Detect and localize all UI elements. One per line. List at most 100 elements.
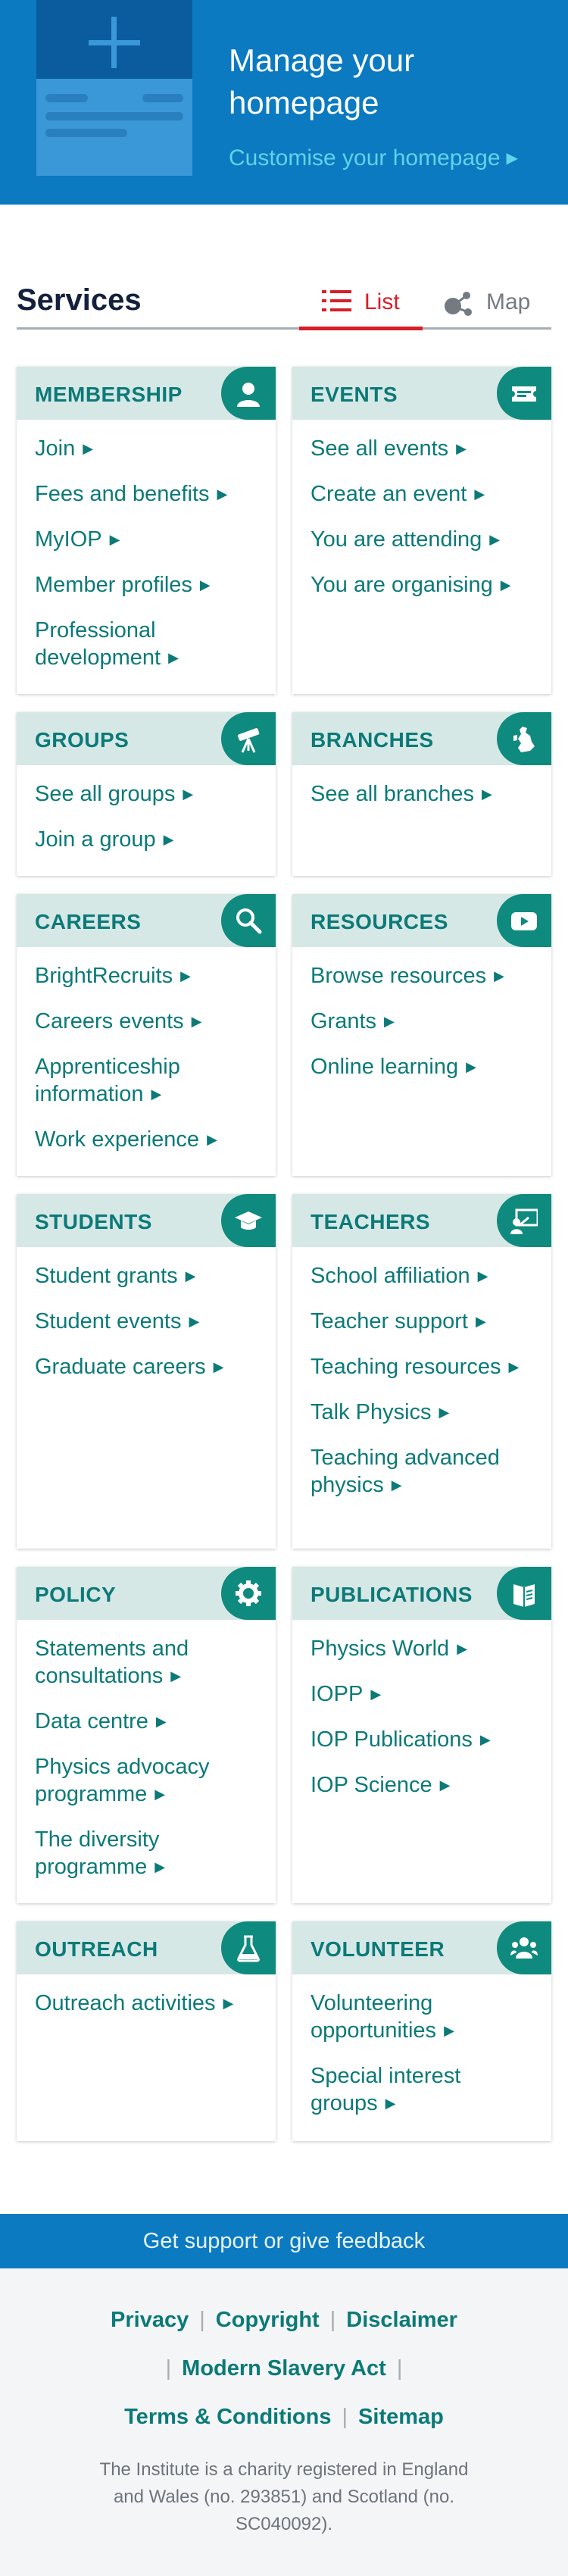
card-link-label: Careers events <box>35 1009 184 1033</box>
card-link-label: IOPP <box>311 1682 364 1706</box>
card-link[interactable]: Physics World ▶ <box>311 1635 533 1662</box>
card-link[interactable]: Join ▶ <box>35 435 257 462</box>
services-heading: Services <box>17 283 142 317</box>
card-link[interactable]: Work experience ▶ <box>35 1126 257 1153</box>
card-link-label: See all events <box>311 436 449 461</box>
tab-map-label: Map <box>486 289 531 314</box>
card-link-list: See all groups ▶ Join a group ▶ <box>17 765 276 853</box>
card-volunteer: VOLUNTEER Volunteering opportunities ▶ Spec… <box>292 1921 551 2141</box>
tab-list[interactable]: List <box>299 283 423 330</box>
card-link-label: See all branches <box>311 782 475 806</box>
card-link[interactable]: You are organising ▶ <box>311 571 533 599</box>
arrow-right-icon: ▶ <box>385 2096 396 2111</box>
arrow-right-icon: ▶ <box>494 968 504 983</box>
card-title: VOLUNTEER <box>311 1937 445 1961</box>
card-header: VOLUNTEER <box>292 1921 551 1974</box>
arrow-right-icon: ▶ <box>438 1405 450 1420</box>
card-students: STUDENTS Student grants ▶ Student events ▶ Gr… <box>17 1194 276 1549</box>
card-title: OUTREACH <box>35 1937 158 1961</box>
footer-link-sitemap[interactable]: Sitemap <box>358 2405 444 2429</box>
card-title: CAREERS <box>35 910 142 933</box>
card-link[interactable]: BrightRecruits ▶ <box>35 962 257 989</box>
card-link[interactable]: Teaching advanced physics ▶ <box>311 1444 533 1499</box>
ticket-icon <box>497 367 551 420</box>
card-link[interactable]: Talk Physics ▶ <box>311 1399 533 1426</box>
footer-link-terms[interactable]: Terms & Conditions <box>124 2405 331 2429</box>
card-link[interactable]: Physics advocacy programme ▶ <box>35 1753 257 1808</box>
card-publications: PUBLICATIONS Physics World ▶ IOPP ▶ IOP Publi… <box>292 1567 551 1903</box>
arrow-right-icon: ▶ <box>191 1014 202 1029</box>
card-link[interactable]: School affiliation ▶ <box>311 1262 533 1290</box>
card-link-label: You are attending <box>311 527 482 552</box>
card-link[interactable]: Data centre ▶ <box>35 1708 257 1735</box>
card-link[interactable]: Member profiles ▶ <box>35 571 257 599</box>
card-link-list: See all branches ▶ <box>292 765 551 808</box>
arrow-right-icon: ▶ <box>180 968 191 983</box>
card-link[interactable]: Careers events ▶ <box>35 1008 257 1035</box>
card-title: POLICY <box>35 1583 117 1606</box>
arrow-right-icon: ▶ <box>189 1314 200 1329</box>
card-header: TEACHERS <box>292 1194 551 1247</box>
card-link-label: Browse resources <box>311 964 487 988</box>
card-link-label: Online learning <box>311 1055 459 1079</box>
card-link[interactable]: IOP Publications ▶ <box>311 1726 533 1753</box>
card-link[interactable]: Online learning ▶ <box>311 1053 533 1080</box>
banner-title: Manage your homepage <box>229 42 415 120</box>
footer-link-copyright[interactable]: Copyright <box>216 2308 320 2332</box>
card-header: RESOURCES <box>292 894 551 947</box>
arrow-right-icon: ▶ <box>444 2023 454 2038</box>
tab-map[interactable]: Map <box>441 283 539 330</box>
card-membership: MEMBERSHIP Join ▶ Fees and benefits ▶ MyIOP ▶ M… <box>17 367 276 694</box>
footer-link-privacy[interactable]: Privacy <box>111 2308 189 2332</box>
list-icon <box>322 290 351 311</box>
arrow-right-icon: ▶ <box>223 1996 234 2011</box>
card-link[interactable]: Student grants ▶ <box>35 1262 257 1290</box>
card-link[interactable]: IOPP ▶ <box>311 1680 533 1708</box>
card-link[interactable]: Teacher support ▶ <box>311 1308 533 1335</box>
arrow-right-icon: ▶ <box>185 1268 196 1283</box>
footer-link-disclaimer[interactable]: Disclaimer <box>346 2308 457 2332</box>
card-link[interactable]: Fees and benefits ▶ <box>35 480 257 508</box>
card-link[interactable]: Student events ▶ <box>35 1308 257 1335</box>
card-link-label: Member profiles <box>35 573 192 597</box>
card-link[interactable]: Volunteering opportunities ▶ <box>311 1990 533 2044</box>
search-icon <box>221 894 276 947</box>
card-link-label: The diversity programme <box>35 1827 160 1879</box>
card-policy: POLICY Statements and consultations ▶ Data … <box>17 1567 276 1903</box>
support-feedback-bar[interactable]: Get support or give feedback <box>0 2214 568 2268</box>
customise-homepage-link[interactable]: Customise your homepage ▶ <box>229 145 518 171</box>
card-link[interactable]: See all events ▶ <box>311 435 533 462</box>
card-link[interactable]: Outreach activities ▶ <box>35 1990 257 2017</box>
card-link[interactable]: Professional development ▶ <box>35 617 257 671</box>
arrow-right-icon: ▶ <box>155 1714 167 1729</box>
footer-link-modern-slavery[interactable]: Modern Slavery Act <box>182 2356 386 2381</box>
card-link[interactable]: Special interest groups ▶ <box>311 2062 533 2117</box>
card-link[interactable]: See all groups ▶ <box>35 780 257 808</box>
arrow-right-icon: ▶ <box>207 1132 217 1147</box>
footer-links-row-2: | Modern Slavery Act | <box>165 2356 403 2381</box>
arrow-right-icon: ▶ <box>183 786 194 802</box>
card-link[interactable]: Create an event ▶ <box>311 480 533 508</box>
support-feedback-link[interactable]: Get support or give feedback <box>0 2214 568 2268</box>
customise-banner: Manage your homepage Customise your home… <box>0 0 568 205</box>
card-link[interactable]: Join a group ▶ <box>35 826 257 853</box>
card-link[interactable]: Apprenticeship information ▶ <box>35 1053 257 1108</box>
customise-homepage-label: Customise your homepage <box>229 145 501 170</box>
card-groups: GROUPS See all groups ▶ Join a group ▶ <box>17 712 276 876</box>
arrow-right-icon: ▶ <box>482 786 492 802</box>
card-header: MEMBERSHIP <box>17 367 276 420</box>
graduation-cap-icon <box>221 1194 276 1247</box>
card-link[interactable]: You are attending ▶ <box>311 526 533 553</box>
card-link[interactable]: MyIOP ▶ <box>35 526 257 553</box>
card-link-list: Statements and consultations ▶ Data centre… <box>17 1620 276 1880</box>
card-link[interactable]: IOP Science ▶ <box>311 1771 533 1799</box>
card-link[interactable]: See all branches ▶ <box>311 780 533 808</box>
card-link[interactable]: Graduate careers ▶ <box>35 1353 257 1380</box>
card-link[interactable]: The diversity programme ▶ <box>35 1826 257 1880</box>
card-resources: RESOURCES Browse resources ▶ Grants ▶ Online … <box>292 894 551 1176</box>
arrow-right-icon: ▶ <box>384 1014 395 1029</box>
card-link[interactable]: Statements and consultations ▶ <box>35 1635 257 1690</box>
card-link[interactable]: Browse resources ▶ <box>311 962 533 989</box>
card-link[interactable]: Teaching resources ▶ <box>311 1353 533 1380</box>
card-link[interactable]: Grants ▶ <box>311 1008 533 1035</box>
